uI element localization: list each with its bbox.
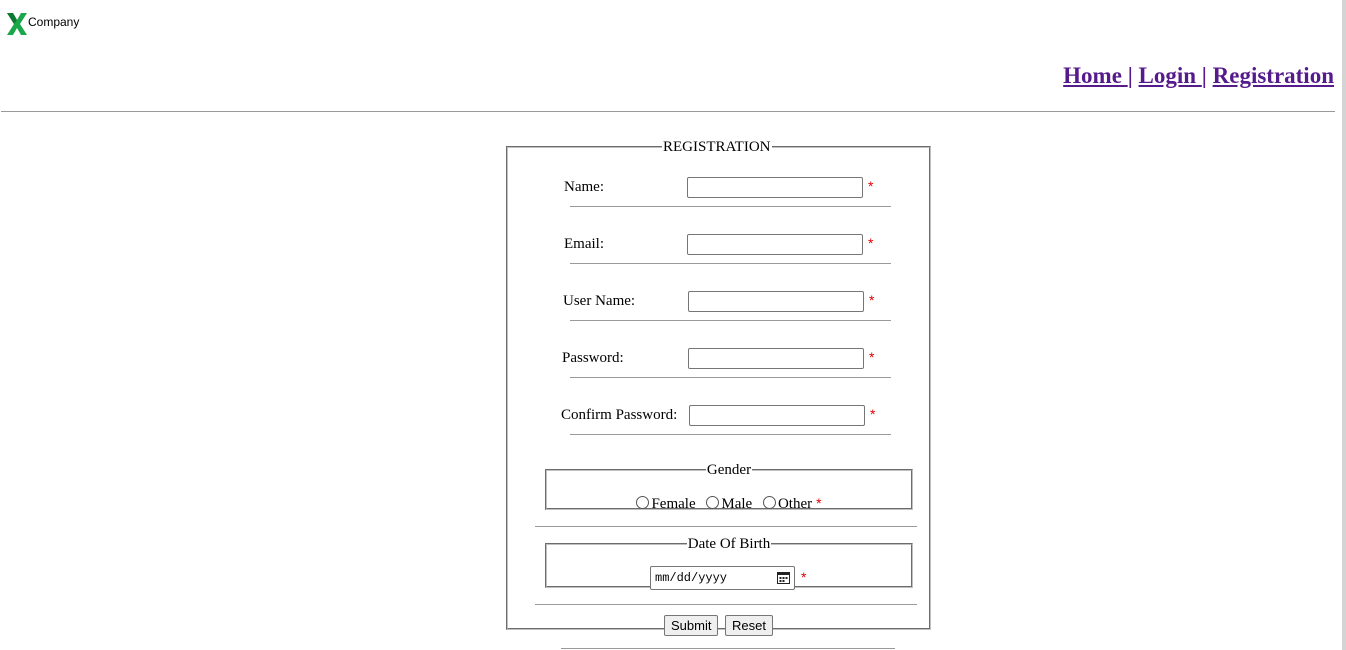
row-divider — [570, 434, 891, 435]
required-mark: * — [869, 349, 875, 365]
password-label: Password: — [562, 350, 624, 366]
username-row: User Name: * — [508, 291, 929, 313]
email-row: Email: * — [508, 234, 929, 256]
submit-button[interactable]: Submit — [664, 615, 719, 636]
required-mark: * — [869, 292, 875, 308]
name-input[interactable] — [687, 177, 863, 198]
nav-registration-link[interactable]: Registration — [1213, 63, 1334, 88]
password-input[interactable] — [688, 348, 864, 369]
confirm-password-row: Confirm Password: * — [508, 405, 929, 427]
row-divider — [570, 263, 891, 264]
confirm-password-input[interactable] — [689, 405, 865, 426]
registration-legend: REGISTRATION — [663, 139, 771, 155]
row-divider — [570, 206, 891, 207]
section-divider — [535, 604, 917, 605]
nav-separator: | — [1127, 63, 1133, 88]
other-label: Other — [777, 496, 813, 512]
required-mark: * — [868, 235, 874, 251]
female-label: Female — [651, 496, 696, 512]
required-mark: * — [816, 495, 822, 511]
row-divider — [570, 320, 891, 321]
registration-form: REGISTRATION Name: * Email: * User Name:… — [506, 139, 931, 636]
gender-fieldset: Gender Female Male Other * — [545, 462, 913, 513]
confirm-password-label: Confirm Password: — [561, 407, 678, 423]
male-radio[interactable] — [706, 496, 720, 509]
section-divider — [535, 526, 917, 527]
gender-legend: Gender — [706, 462, 752, 478]
username-input[interactable] — [688, 291, 864, 312]
nav-login-link[interactable]: Login — [1139, 63, 1202, 88]
male-label: Male — [721, 496, 753, 512]
name-row: Name: * — [508, 177, 929, 199]
calendar-icon[interactable] — [777, 571, 790, 584]
name-label: Name: — [564, 179, 604, 195]
reset-button[interactable]: Reset — [725, 615, 773, 636]
logo-text: Company — [28, 15, 80, 29]
female-radio[interactable] — [636, 496, 650, 509]
dob-fieldset: Date Of Birth mm/dd/yyyy * — [545, 536, 913, 590]
dob-legend: Date Of Birth — [687, 536, 771, 552]
nav-home-link[interactable]: Home — [1063, 63, 1128, 88]
row-divider — [570, 377, 891, 378]
scrollbar[interactable] — [1342, 0, 1346, 650]
other-radio[interactable] — [762, 496, 776, 509]
x-logo-icon — [7, 13, 27, 35]
username-label: User Name: — [563, 293, 636, 309]
required-mark: * — [868, 178, 874, 194]
gender-options: Female Male Other * — [547, 495, 911, 513]
email-label: Email: — [564, 236, 604, 252]
email-input[interactable] — [687, 234, 863, 255]
top-nav: Home | Login | Registration — [1063, 63, 1334, 89]
nav-separator: | — [1201, 63, 1207, 88]
required-mark: * — [870, 406, 876, 422]
password-row: Password: * — [508, 348, 929, 370]
dob-placeholder: mm/dd/yyyy — [655, 571, 728, 585]
header-divider — [1, 111, 1335, 112]
company-logo: Company — [7, 12, 79, 36]
required-mark: * — [801, 569, 807, 585]
dob-input[interactable]: mm/dd/yyyy — [650, 566, 795, 590]
bottom-divider — [561, 648, 895, 649]
